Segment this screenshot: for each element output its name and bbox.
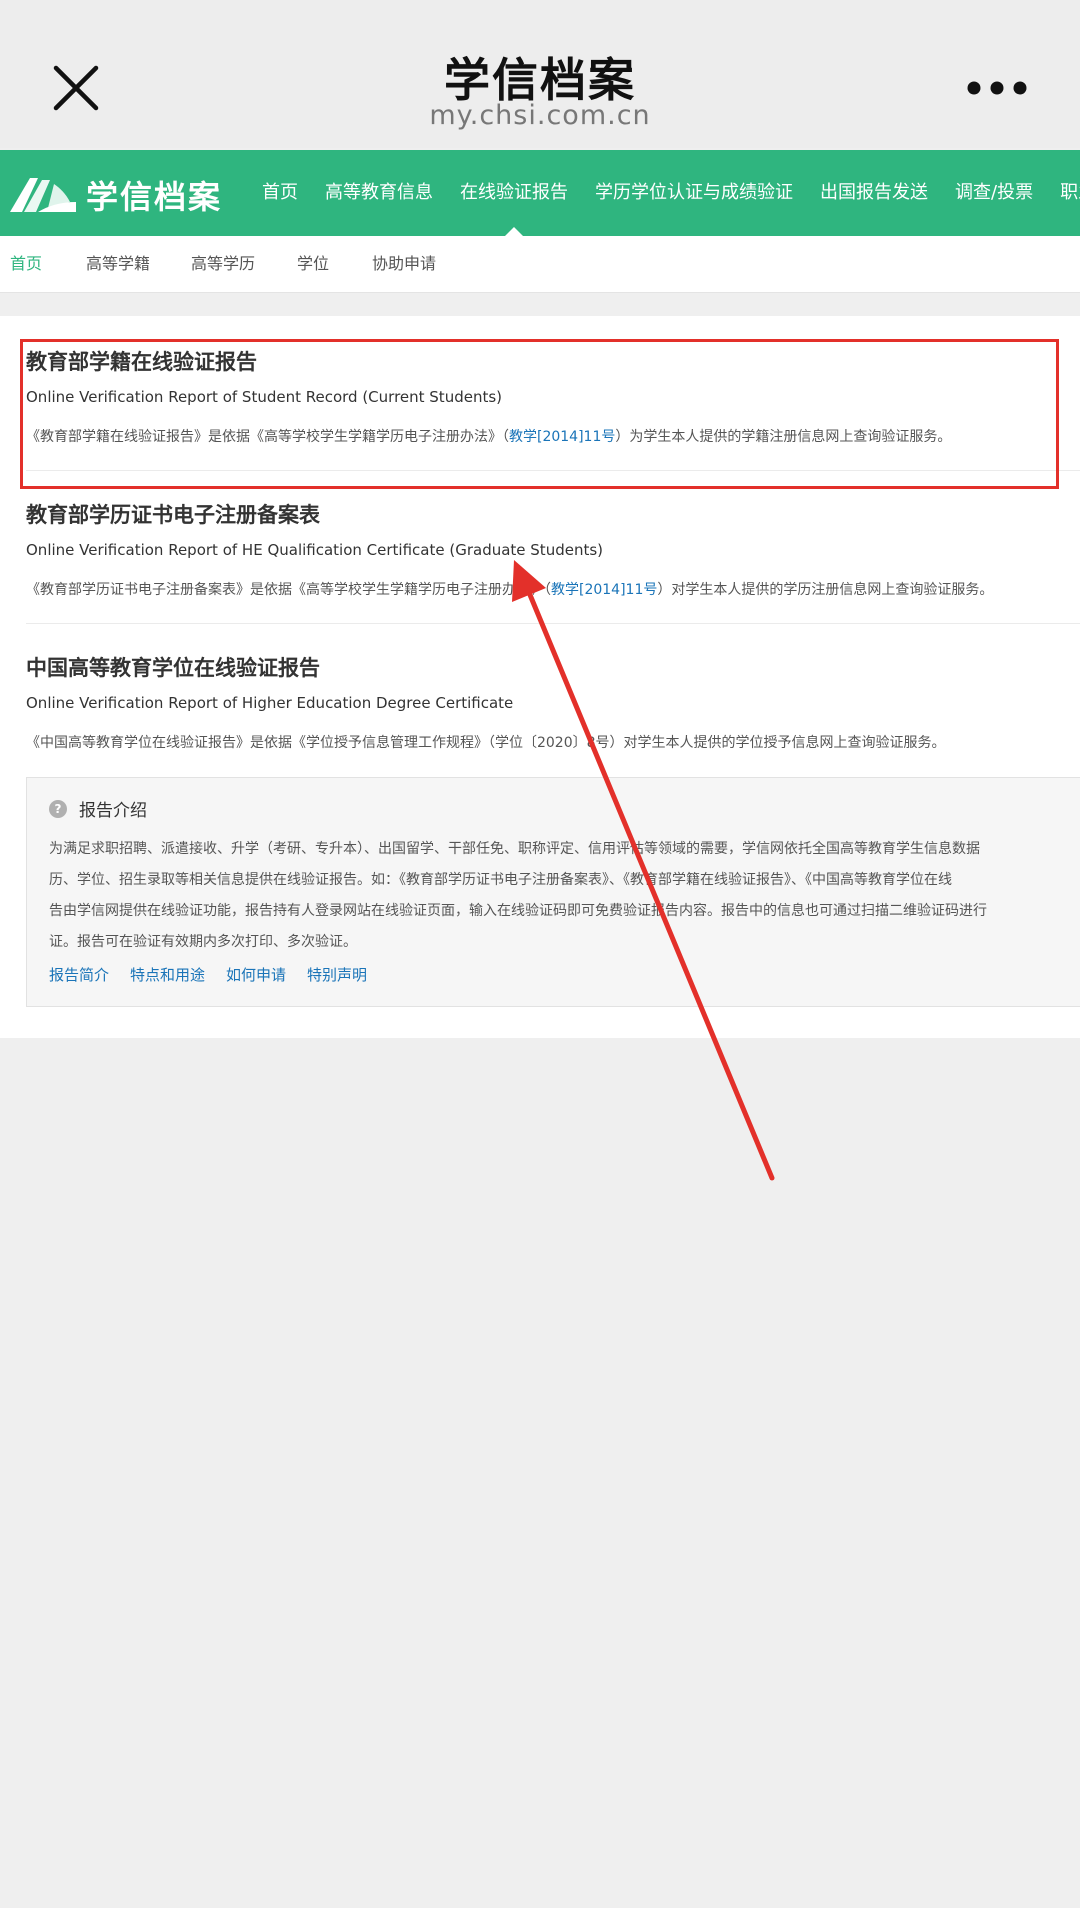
report-intro-box: ? 报告介绍 为满足求职招聘、派遣接收、升学（考研、专升本）、出国留学、干部任免…	[26, 777, 1080, 1007]
regulation-link[interactable]: 教学[2014]11号	[509, 429, 615, 445]
sub-nav-home[interactable]: 首页	[10, 236, 42, 292]
main-content: 教育部学籍在线验证报告 Online Verification Report o…	[0, 316, 1080, 1038]
report-english-title: Online Verification Report of HE Qualifi…	[26, 541, 604, 559]
report-english-title: Online Verification Report of Student Re…	[26, 388, 503, 406]
intro-title: 报告介绍	[79, 801, 147, 821]
nav-item-home[interactable]: 首页	[262, 150, 298, 236]
nav-item-certification[interactable]: 学历学位认证与成绩验证	[595, 150, 793, 236]
link-report-intro[interactable]: 报告简介	[49, 964, 109, 985]
report-title[interactable]: 教育部学籍在线验证报告	[26, 346, 1080, 376]
regulation-link[interactable]: 教学[2014]11号	[551, 582, 657, 598]
report-description: 《教育部学历证书电子注册备案表》是依据《高等学校学生学籍学历电子注册办法》（教学…	[26, 582, 994, 598]
divider	[26, 623, 1080, 624]
book-logo-icon	[10, 178, 76, 212]
report-item[interactable]: 教育部学籍在线验证报告 Online Verification Report o…	[26, 346, 1080, 446]
nav-item-career[interactable]: 职业	[1060, 150, 1080, 236]
nav-item-higher-edu-info[interactable]: 高等教育信息	[325, 150, 433, 236]
report-english-title: Online Verification Report of Higher Edu…	[26, 694, 514, 712]
site-main-nav: 学信档案 首页 高等教育信息 在线验证报告 学历学位认证与成绩验证 出国报告发送…	[0, 150, 1080, 236]
report-title[interactable]: 教育部学历证书电子注册备案表	[26, 499, 1080, 529]
divider	[26, 470, 1080, 471]
site-logo[interactable]: 学信档案	[8, 170, 222, 220]
link-special-statement[interactable]: 特别声明	[307, 964, 367, 985]
nav-item-survey[interactable]: 调查/投票	[955, 150, 1033, 236]
nav-items: 首页 高等教育信息 在线验证报告 学历学位认证与成绩验证 出国报告发送 调查/投…	[262, 150, 1080, 236]
intro-links: 报告简介 特点和用途 如何申请 特别声明	[49, 964, 388, 985]
report-description: 《中国高等教育学位在线验证报告》是依据《学位授予信息管理工作规程》（学位〔202…	[26, 735, 946, 751]
site-logo-text: 学信档案	[86, 178, 223, 216]
link-how-to-apply[interactable]: 如何申请	[226, 964, 286, 985]
sub-nav-qualification[interactable]: 高等学历	[191, 236, 255, 292]
nav-item-overseas-report[interactable]: 出国报告发送	[820, 150, 928, 236]
report-item[interactable]: 中国高等教育学位在线验证报告 Online Verification Repor…	[26, 652, 1080, 752]
link-features-uses[interactable]: 特点和用途	[130, 964, 205, 985]
wechat-title-bar: 学信档案 my.chsi.com.cn	[0, 0, 1080, 148]
report-title[interactable]: 中国高等教育学位在线验证报告	[26, 652, 1080, 682]
report-item[interactable]: 教育部学历证书电子注册备案表 Online Verification Repor…	[26, 499, 1080, 599]
page-url: my.chsi.com.cn	[429, 100, 651, 131]
more-dots-icon[interactable]	[966, 80, 1028, 96]
nav-item-online-verification[interactable]: 在线验证报告	[460, 150, 568, 236]
sub-nav-degree[interactable]: 学位	[297, 236, 329, 292]
intro-header: ? 报告介绍	[49, 796, 147, 821]
sub-nav-assist-apply[interactable]: 协助申请	[372, 236, 436, 292]
sub-nav: 首页 高等学籍 高等学历 学位 协助申请	[0, 236, 1080, 293]
question-icon: ?	[49, 799, 67, 818]
intro-text: 为满足求职招聘、派遣接收、升学（考研、专升本）、出国留学、干部任免、职称评定、信…	[49, 841, 987, 950]
report-description: 《教育部学籍在线验证报告》是依据《高等学校学生学籍学历电子注册办法》（教学[20…	[26, 429, 952, 445]
sub-nav-student-record[interactable]: 高等学籍	[86, 236, 150, 292]
